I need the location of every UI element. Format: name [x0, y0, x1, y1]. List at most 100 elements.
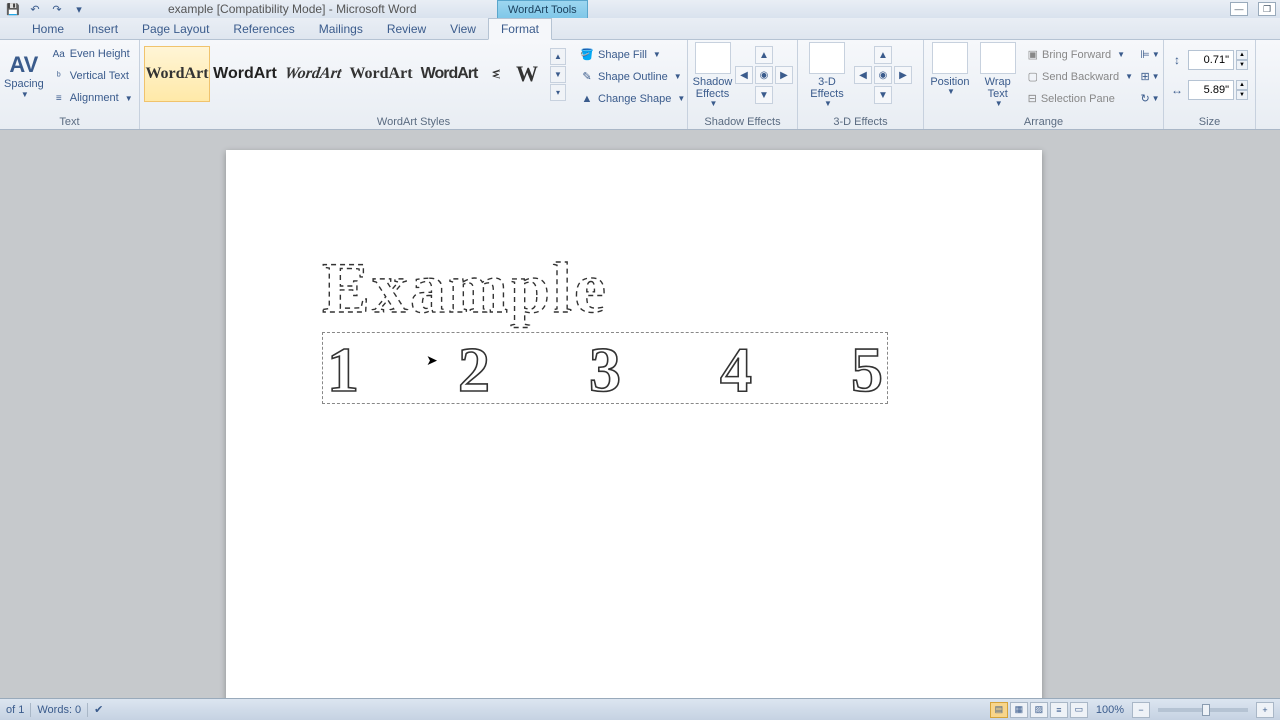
chevron-down-icon: ▼ [677, 94, 685, 103]
spacing-button[interactable]: AV Spacing ▼ [4, 42, 44, 108]
group-text: AV Spacing ▼ AaEven Height ᵇVertical Tex… [0, 40, 140, 129]
paint-bucket-icon: 🪣 [580, 48, 594, 62]
status-bar: of 1 Words: 0 ✔ ▤ ▦ ▨ ≡ ▭ 100% − + [0, 698, 1280, 720]
zoom-in-button[interactable]: + [1256, 702, 1274, 718]
zoom-thumb[interactable] [1202, 704, 1210, 716]
zoom-out-button[interactable]: − [1132, 702, 1150, 718]
wordart-style-6[interactable]: W [484, 46, 506, 102]
undo-icon[interactable]: ↶ [26, 1, 44, 17]
status-page: of 1 [6, 704, 24, 716]
rotate-button[interactable]: ↻▼ [1141, 88, 1159, 109]
view-web-layout[interactable]: ▨ [1030, 702, 1048, 718]
tab-mailings[interactable]: Mailings [307, 19, 375, 39]
view-draft[interactable]: ▭ [1070, 702, 1088, 718]
height-up[interactable]: ▲ [1236, 50, 1248, 60]
restore-button[interactable]: ❐ [1258, 2, 1276, 16]
alignment-icon: ≡ [52, 93, 66, 104]
document-area[interactable]: Example 1 2 3 4 5 ➤ [0, 130, 1280, 698]
3d-tilt-grid: ▲ ◀◉▶ ▼ [854, 42, 912, 104]
shadow-nudge-left[interactable]: ◀ [735, 66, 753, 84]
tab-page-layout[interactable]: Page Layout [130, 19, 221, 39]
width-up[interactable]: ▲ [1236, 80, 1248, 90]
tab-format[interactable]: Format [488, 18, 552, 40]
zoom-level[interactable]: 100% [1096, 704, 1124, 716]
shadow-toggle[interactable]: ◉ [755, 66, 773, 84]
height-down[interactable]: ▼ [1236, 60, 1248, 70]
wordart-style-5[interactable]: WordArt [416, 46, 482, 102]
even-height-button[interactable]: AaEven Height [48, 44, 137, 64]
shadow-nudge-down[interactable]: ▼ [755, 86, 773, 104]
alignment-button[interactable]: ≡Alignment▼ [48, 88, 137, 108]
shadow-nudge-right[interactable]: ▶ [775, 66, 793, 84]
tab-review[interactable]: Review [375, 19, 438, 39]
send-backward-button[interactable]: ▢Send Backward▼ [1024, 66, 1137, 87]
spacing-icon: AV [9, 52, 38, 78]
send-backward-icon: ▢ [1028, 70, 1038, 83]
tab-view[interactable]: View [438, 19, 488, 39]
group-label-wordart-styles: WordArt Styles [144, 114, 683, 129]
3d-tilt-right[interactable]: ▶ [894, 66, 912, 84]
gallery-scroll-up[interactable]: ▲ [550, 48, 566, 65]
3d-tilt-down[interactable]: ▼ [874, 86, 892, 104]
group-3d-effects: 3-D Effects ▼ ▲ ◀◉▶ ▼ 3-D Effects [798, 40, 924, 129]
chevron-down-icon: ▼ [1125, 72, 1133, 81]
3d-toggle[interactable]: ◉ [874, 66, 892, 84]
group-button[interactable]: ⊞▼ [1141, 66, 1159, 87]
chevron-down-icon: ▼ [947, 88, 955, 97]
chevron-down-icon: ▼ [1117, 50, 1125, 59]
contextual-tab-wordart-tools: WordArt Tools [497, 0, 588, 18]
save-icon[interactable]: 💾 [4, 1, 22, 17]
gallery-more-button[interactable]: ▾ [550, 84, 566, 101]
align-button[interactable]: ⊫▼ [1141, 44, 1159, 65]
redo-icon[interactable]: ↷ [48, 1, 66, 17]
tab-insert[interactable]: Insert [76, 19, 130, 39]
selection-pane-button[interactable]: ⊟Selection Pane [1024, 88, 1137, 109]
tab-references[interactable]: References [221, 19, 306, 39]
view-print-layout[interactable]: ▤ [990, 702, 1008, 718]
view-full-screen[interactable]: ▦ [1010, 702, 1028, 718]
window-title: example [Compatibility Mode] - Microsoft… [168, 2, 417, 16]
page[interactable]: Example 1 2 3 4 5 ➤ [226, 150, 1042, 698]
wordart-object-numbers[interactable]: 1 2 3 4 5 [322, 332, 888, 404]
width-down[interactable]: ▼ [1236, 90, 1248, 100]
chevron-down-icon: ▼ [21, 90, 29, 99]
svg-text:1 2 3 4 5: 1 2 3 4 5 [327, 334, 883, 403]
chevron-down-icon: ▼ [710, 100, 718, 109]
height-icon: ↕ [1168, 51, 1186, 69]
wordart-style-3[interactable]: WordArt [276, 46, 350, 102]
vertical-text-button[interactable]: ᵇVertical Text [48, 66, 137, 86]
view-outline[interactable]: ≡ [1050, 702, 1068, 718]
wordart-style-7[interactable]: W [508, 46, 546, 102]
qat-customize-icon[interactable]: ▾ [70, 1, 88, 17]
wordart-style-4[interactable]: WordArt [348, 46, 414, 102]
width-input[interactable] [1188, 80, 1234, 100]
tab-home[interactable]: Home [20, 19, 76, 39]
selection-pane-icon: ⊟ [1028, 92, 1037, 105]
shape-outline-button[interactable]: ✎Shape Outline▼ [576, 66, 689, 87]
3d-effects-button[interactable]: 3-D Effects ▼ [802, 42, 852, 109]
change-shape-icon: ▲ [580, 92, 594, 106]
wrap-text-button[interactable]: Wrap Text ▼ [976, 42, 1020, 109]
minimize-button[interactable]: — [1230, 2, 1248, 16]
bring-forward-button[interactable]: ▣Bring Forward▼ [1024, 44, 1137, 65]
change-shape-button[interactable]: ▲Change Shape▼ [576, 88, 689, 109]
wordart-style-2[interactable]: WordArt [212, 46, 278, 102]
zoom-slider[interactable] [1158, 708, 1248, 712]
3d-tilt-up[interactable]: ▲ [874, 46, 892, 64]
gallery-scroll-down[interactable]: ▼ [550, 66, 566, 83]
wordart-style-1[interactable]: WordArt [144, 46, 210, 102]
height-input[interactable] [1188, 50, 1234, 70]
chevron-down-icon: ▼ [824, 100, 832, 109]
shadow-nudge-grid: ▲ ◀◉▶ ▼ [735, 42, 793, 104]
chevron-down-icon: ▼ [125, 94, 133, 103]
position-button[interactable]: Position ▼ [928, 42, 972, 97]
group-label-size: Size [1168, 114, 1251, 129]
shape-fill-button[interactable]: 🪣Shape Fill▼ [576, 44, 689, 65]
shadow-effects-button[interactable]: Shadow Effects ▼ [692, 42, 733, 109]
ribbon-tabs: Home Insert Page Layout References Maili… [0, 18, 1280, 40]
chevron-down-icon: ▼ [653, 50, 661, 59]
shadow-nudge-up[interactable]: ▲ [755, 46, 773, 64]
3d-tilt-left[interactable]: ◀ [854, 66, 872, 84]
shadow-icon [695, 42, 731, 74]
spellcheck-icon[interactable]: ✔ [94, 703, 103, 716]
